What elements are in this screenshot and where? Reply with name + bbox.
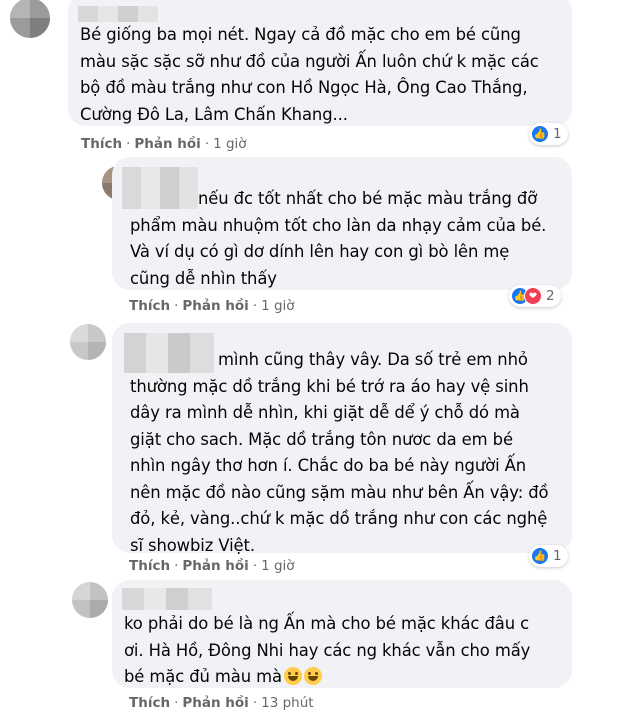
timestamp[interactable]: 13 phút [261,695,313,711]
comment-text: Bé giống ba mọi nét. Ngay cả đồ mặc cho … [80,25,539,124]
comment-actions: Thích · Phản hồi · 1 giờ [129,558,295,574]
avatar[interactable] [10,0,50,38]
comment-bubble: Bé giống ba mọi nét. Ngay cả đồ mặc cho … [68,0,572,126]
like-link[interactable]: Thích [81,136,122,152]
timestamp[interactable]: 1 giờ [261,558,294,574]
timestamp[interactable]: 1 giờ [261,298,294,314]
grinning-emoji-icon [303,667,322,685]
comment-text: nếu đc tốt nhất cho bé mặc màu trắng đỡ … [130,189,547,288]
avatar[interactable] [70,324,106,360]
comment-actions: Thích · Phản hồi · 13 phút [129,695,314,711]
comment-bubble: nếu đc tốt nhất cho bé mặc màu trắng đỡ … [112,157,572,290]
comment-bubble: mình cũng thây vây. Da số trẻ em nhỏ thư… [112,323,572,555]
comment-actions: Thích · Phản hồi · 1 giờ [81,136,247,152]
like-icon: 👍 [531,125,549,143]
like-link[interactable]: Thích [129,695,170,711]
comment-actions: Thích · Phản hồi · 1 giờ [129,298,295,314]
reply-link[interactable]: Phản hồi [134,136,200,152]
reply-link[interactable]: Phản hồi [182,298,248,314]
comment-text: ko phải do bé là ng Ấn mà cho bé mặc khá… [124,611,570,691]
reaction-summary[interactable]: 👍 ❤ 2 [509,285,561,307]
timestamp[interactable]: 1 giờ [213,136,246,152]
reaction-summary[interactable]: 👍 1 [529,545,568,567]
blurred-author-name[interactable] [122,588,212,610]
love-icon: ❤ [524,287,542,305]
reaction-count: 1 [553,548,562,564]
reply-link[interactable]: Phản hồi [182,695,248,711]
reaction-summary[interactable]: 👍 1 [529,123,568,145]
comment-bubble: ko phải do bé là ng Ấn mà cho bé mặc khá… [112,580,572,688]
avatar[interactable] [72,582,108,618]
reaction-count: 1 [553,126,562,142]
grinning-emoji-icon [283,667,302,685]
blurred-author-name[interactable] [78,6,158,22]
like-link[interactable]: Thích [129,298,170,314]
comment-text-content: ko phải do bé là ng Ấn mà cho bé mặc khá… [124,614,531,686]
reply-link[interactable]: Phản hồi [182,558,248,574]
reaction-count: 2 [546,288,555,304]
like-link[interactable]: Thích [129,558,170,574]
like-icon: 👍 [531,547,549,565]
comment-text: mình cũng thây vây. Da số trẻ em nhỏ thư… [130,350,549,555]
